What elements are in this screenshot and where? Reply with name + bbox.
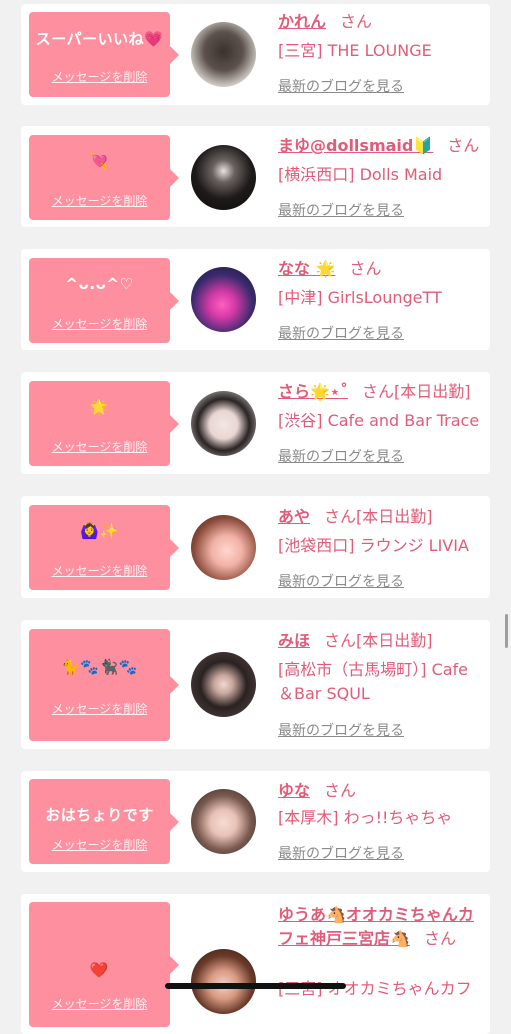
honorific: さん — [423, 929, 456, 948]
name-line: さら🌟⋆˚ さん[本日出勤] — [278, 380, 484, 404]
message-bubble: スーパーいいね💗 メッセージを削除 — [29, 12, 179, 97]
home-indicator[interactable] — [165, 983, 346, 989]
status-text: [本日出勤] — [393, 382, 471, 401]
honorific: さん — [324, 631, 357, 650]
latest-blog-link[interactable]: 最新のブログを見る — [278, 843, 404, 863]
delete-message-link[interactable]: メッセージを削除 — [29, 836, 170, 853]
cast-name-link[interactable]: かれん — [278, 12, 326, 31]
delete-message-link[interactable]: メッセージを削除 — [29, 438, 170, 455]
delete-message-link[interactable]: メッセージを削除 — [29, 192, 170, 209]
honorific: さん — [324, 781, 357, 800]
list-item: ❤️ メッセージを削除 ゆうあ🐴オオカミちゃんカフェ神戸三宮店🐴 さん [三宮] … — [21, 894, 490, 1034]
message-bubble: 🌟 メッセージを削除 — [29, 381, 179, 466]
message-text: ❤️ — [89, 961, 110, 979]
list-item: 🌟 メッセージを削除 さら🌟⋆˚ さん[本日出勤] [渋谷] Cafe and B… — [21, 372, 490, 474]
message-text: 🌟 — [89, 398, 110, 416]
shop-name: [横浜西口] Dolls Maid — [278, 165, 443, 184]
message-text: 🙆‍♀️✨ — [80, 522, 119, 540]
message-text: スーパーいいね💗 — [35, 30, 164, 48]
latest-blog-link[interactable]: 最新のブログを見る — [278, 76, 404, 96]
message-text: 🐈🐾🐈‍⬛🐾 — [61, 658, 138, 676]
cast-name-link[interactable]: さら🌟⋆˚ — [278, 382, 348, 401]
cast-name-link[interactable]: まゆ@dollsmaid🔰 — [278, 136, 433, 155]
latest-blog-link[interactable]: 最新のブログを見る — [278, 200, 404, 220]
list-item: おはちょりです メッセージを削除 ゆな さん [本厚木] わっ!!ちゃちゃ 最新の… — [21, 771, 490, 872]
avatar[interactable] — [191, 145, 256, 210]
status-text: [本日出勤] — [356, 631, 433, 650]
list-item: スーパーいいね💗 メッセージを削除 かれん さん [三宮] THE LOUNGE … — [21, 4, 490, 105]
message-text: おはちょりです — [45, 806, 154, 824]
avatar[interactable] — [191, 652, 256, 717]
shop-name: [中津] GirlsLoungeTT — [278, 288, 442, 307]
name-line: あや さん[本日出勤] — [278, 505, 484, 529]
scrollbar[interactable] — [505, 614, 508, 648]
shop-name: [渋谷] Cafe and Bar Trace — [278, 411, 480, 430]
list-item: 💘 メッセージを削除 まゆ@dollsmaid🔰 さん [横浜西口] Dolls … — [21, 126, 490, 227]
cast-name-link[interactable]: みほ — [278, 631, 310, 650]
delete-message-link[interactable]: メッセージを削除 — [29, 68, 170, 85]
honorific: さん — [447, 136, 480, 155]
avatar[interactable] — [191, 789, 256, 854]
message-text: ^ᴗ.ᴗ^♡ — [65, 275, 134, 293]
cast-name-link[interactable]: なな 🌟 — [278, 259, 336, 278]
name-line: まゆ@dollsmaid🔰 さん — [278, 134, 484, 158]
shop-name: [池袋西口] ラウンジ LIVIA — [278, 536, 469, 555]
avatar[interactable] — [191, 515, 256, 580]
avatar[interactable] — [191, 391, 256, 456]
delete-message-link[interactable]: メッセージを削除 — [29, 700, 170, 717]
cast-name-link[interactable]: ゆな — [278, 781, 310, 800]
name-line: みほ さん[本日出勤] — [278, 629, 484, 653]
shop-name: [本厚木] わっ!!ちゃちゃ — [278, 808, 453, 827]
list-item: 🙆‍♀️✨ メッセージを削除 あや さん[本日出勤] [池袋西口] ラウンジ LI… — [21, 496, 490, 598]
message-bubble: おはちょりです メッセージを削除 — [29, 779, 179, 864]
message-bubble: ❤️ メッセージを削除 — [29, 902, 179, 1027]
shop-name: [三宮] THE LOUNGE — [278, 41, 432, 60]
shop-name: [三宮] オオカミちゃんカフ — [278, 979, 472, 998]
latest-blog-link[interactable]: 最新のブログを見る — [278, 446, 404, 466]
avatar[interactable] — [191, 22, 256, 87]
status-text: [本日出勤] — [356, 507, 433, 526]
honorific: さん — [349, 259, 382, 278]
name-line: ゆな さん — [278, 779, 484, 803]
delete-message-link[interactable]: メッセージを削除 — [29, 995, 170, 1012]
honorific: さん — [340, 12, 373, 31]
cast-name-link[interactable]: あや — [278, 507, 310, 526]
message-bubble: ^ᴗ.ᴗ^♡ メッセージを削除 — [29, 258, 179, 343]
name-line: かれん さん — [278, 10, 484, 34]
latest-blog-link[interactable]: 最新のブログを見る — [278, 571, 404, 591]
message-bubble: 🐈🐾🐈‍⬛🐾 メッセージを削除 — [29, 629, 179, 741]
avatar[interactable] — [191, 267, 256, 332]
list-item: 🐈🐾🐈‍⬛🐾 メッセージを削除 みほ さん[本日出勤] [高松市（古馬場町）] C… — [21, 620, 490, 749]
honorific: さん — [361, 382, 394, 401]
latest-blog-link[interactable]: 最新のブログを見る — [278, 720, 404, 740]
delete-message-link[interactable]: メッセージを削除 — [29, 315, 170, 332]
latest-blog-link[interactable]: 最新のブログを見る — [278, 323, 404, 343]
list-item: ^ᴗ.ᴗ^♡ メッセージを削除 なな 🌟 さん [中津] GirlsLoungeT… — [21, 249, 490, 350]
message-bubble: 🙆‍♀️✨ メッセージを削除 — [29, 505, 179, 590]
shop-name: [高松市（古馬場町）] Cafe＆Bar SQUL — [278, 660, 469, 703]
message-bubble: 💘 メッセージを削除 — [29, 135, 179, 220]
message-text: 💘 — [89, 152, 110, 170]
delete-message-link[interactable]: メッセージを削除 — [29, 562, 170, 579]
honorific: さん — [324, 507, 357, 526]
avatar[interactable] — [191, 949, 256, 1014]
name-line: なな 🌟 さん — [278, 257, 484, 281]
name-line: ゆうあ🐴オオカミちゃんカフェ神戸三宮店🐴 さん — [278, 903, 484, 951]
